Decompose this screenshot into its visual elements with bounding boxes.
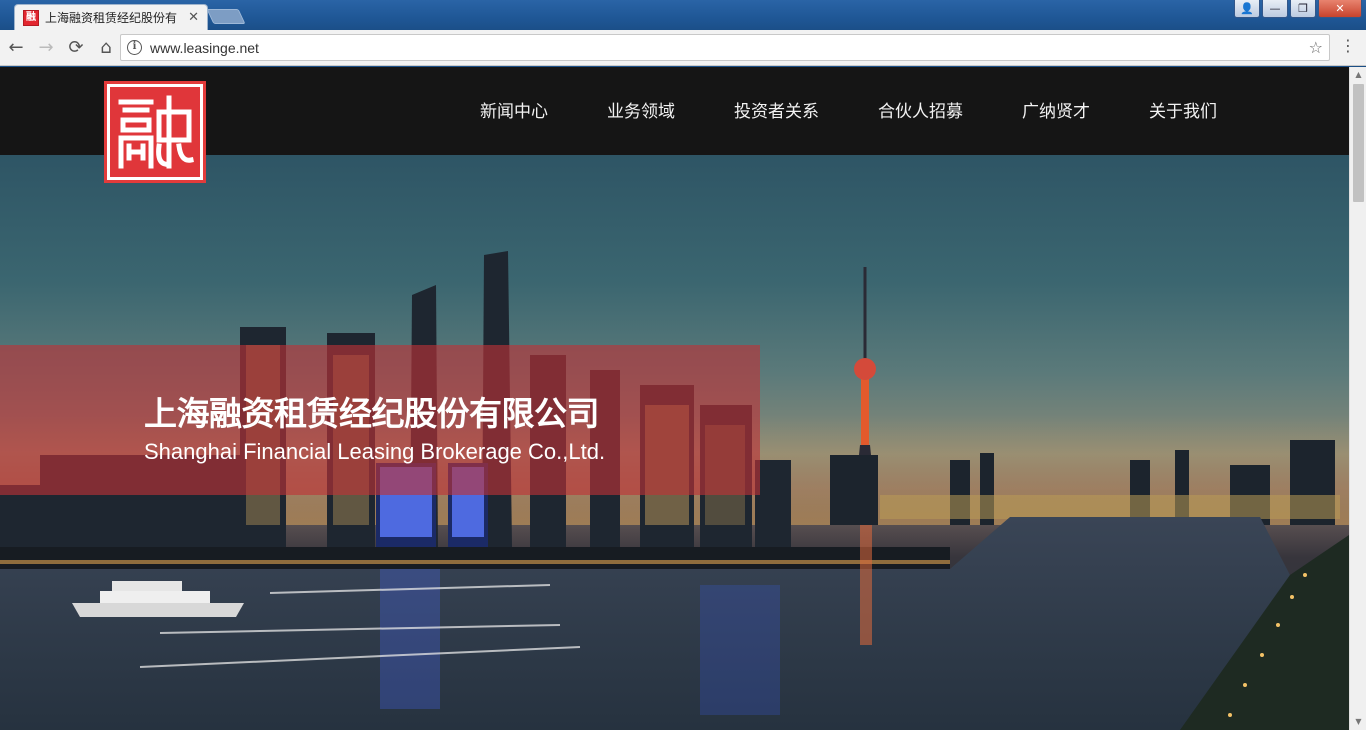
page-viewport: 新闻中心 业务领域 投资者关系 合伙人招募 广纳贤才 关于我们 上海融资租赁经纪… [0,67,1349,730]
logo-seal-icon [110,87,200,177]
browser-menu-icon[interactable]: ⋮ [1340,38,1356,54]
browser-toolbar: ← → ⟳ ⌂ i www.leasinge.net ☆ ⋮ [0,30,1366,66]
forward-button[interactable]: → [32,34,60,62]
tab-title: 上海融资租赁经纪股份有 [45,11,178,25]
user-profile-button[interactable]: 👤 [1234,0,1260,18]
nav-about[interactable]: 关于我们 [1149,97,1217,122]
browser-tab[interactable]: 融 上海融资租赁经纪股份有 ✕ [14,4,208,30]
scroll-up-arrow-icon[interactable]: ▲ [1350,67,1366,83]
window-controls: 👤 — ❐ ✕ [1234,0,1362,18]
minimize-button[interactable]: — [1262,0,1288,18]
scroll-down-arrow-icon[interactable]: ▼ [1350,714,1366,730]
maximize-button[interactable]: ❐ [1290,0,1316,18]
nav-news[interactable]: 新闻中心 [480,97,548,122]
address-bar[interactable]: i www.leasinge.net ☆ [120,34,1330,61]
back-button[interactable]: ← [2,34,30,62]
site-info-icon[interactable]: i [127,40,142,55]
scroll-thumb[interactable] [1353,84,1364,202]
nav-investors[interactable]: 投资者关系 [734,97,819,122]
bookmark-star-icon[interactable]: ☆ [1309,38,1323,57]
nav-partners[interactable]: 合伙人招募 [878,97,963,122]
reload-button[interactable]: ⟳ [62,34,90,62]
site-logo[interactable] [104,81,206,183]
nav-business[interactable]: 业务领域 [607,97,675,122]
home-button[interactable]: ⌂ [92,34,120,62]
site-favicon-icon: 融 [23,9,39,26]
hero-banner: 上海融资租赁经纪股份有限公司 Shanghai Financial Leasin… [0,155,1349,730]
main-nav: 新闻中心 业务领域 投资者关系 合伙人招募 广纳贤才 关于我们 [480,97,1217,122]
hero-title-cn: 上海融资租赁经纪股份有限公司 [144,394,600,433]
hero-title-en: Shanghai Financial Leasing Brokerage Co.… [144,439,606,464]
new-tab-button[interactable] [206,9,246,24]
close-window-button[interactable]: ✕ [1318,0,1362,18]
page-scrollbar[interactable]: ▲ ▼ [1349,67,1366,730]
browser-titlebar: 融 上海融资租赁经纪股份有 ✕ 👤 — ❐ ✕ [0,0,1366,30]
nav-careers[interactable]: 广纳贤才 [1022,97,1090,122]
tab-close-icon[interactable]: ✕ [188,10,199,25]
url-text[interactable]: www.leasinge.net [150,40,259,56]
